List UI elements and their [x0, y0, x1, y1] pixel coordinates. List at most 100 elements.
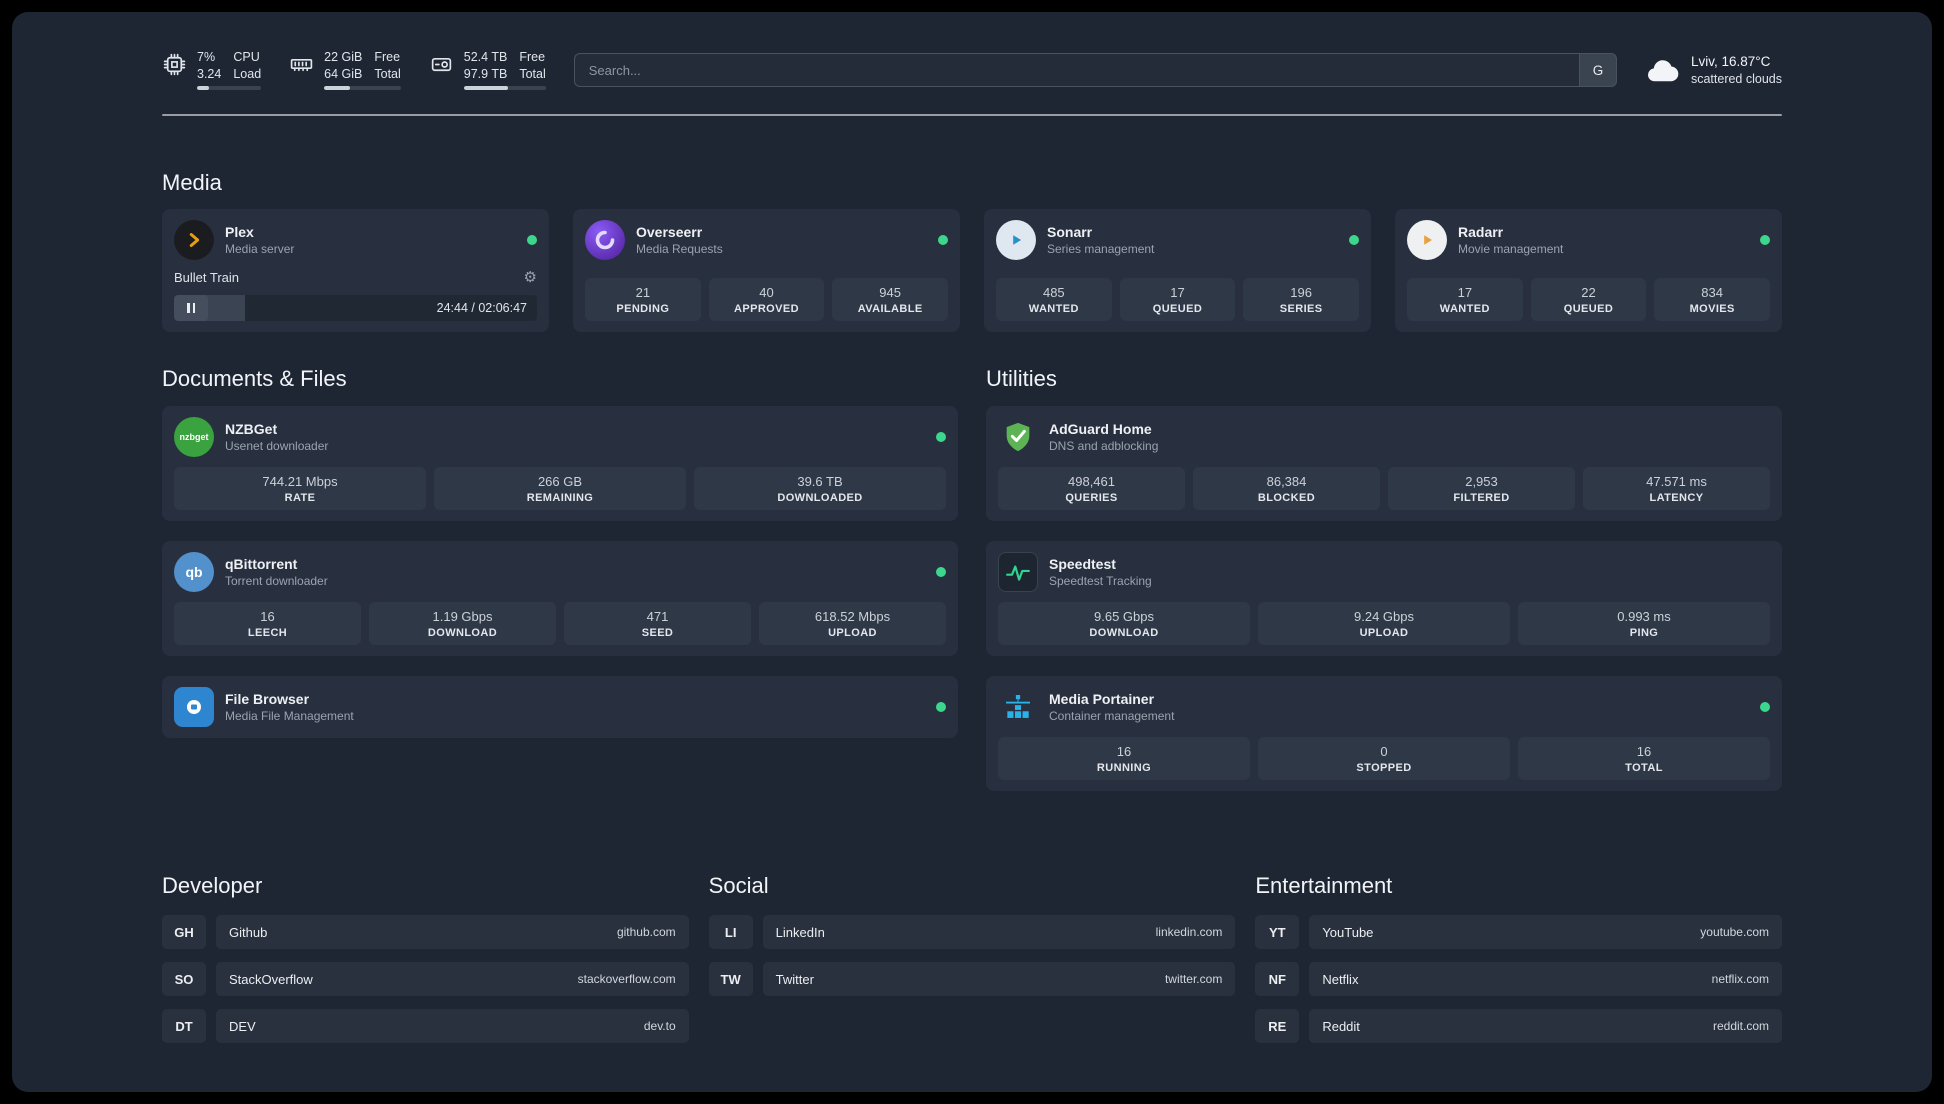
stat-tile: 16 TOTAL — [1518, 737, 1770, 780]
stat-tile: 945 AVAILABLE — [832, 278, 948, 321]
bookmark-youtube[interactable]: YT YouTube youtube.com — [1255, 915, 1782, 949]
service-card-qbittorrent[interactable]: qb qBittorrent Torrent downloader 16 LEEC… — [162, 541, 958, 656]
cpu-label: CPU — [233, 50, 260, 64]
media-grid: Plex Media server Bullet Train ⚙ 24:44 /… — [162, 209, 1782, 332]
stat-tile: 47.571 ms LATENCY — [1583, 467, 1770, 510]
bookmarks-social: Social LI LinkedIn linkedin.com TW Twitte… — [708, 873, 1236, 1056]
service-card-sonarr[interactable]: Sonarr Series management 485 WANTED 17 QUE… — [984, 209, 1371, 332]
disk-progress-track — [463, 86, 546, 90]
section-title-documents: Documents & Files — [162, 366, 347, 391]
disk-total-label: Total — [519, 67, 546, 81]
stat-label: WANTED — [1028, 303, 1079, 315]
stat-value: 485 — [1042, 285, 1065, 300]
stat-value: 744.21 Mbps — [262, 474, 338, 489]
stat-value: 86,384 — [1266, 474, 1307, 489]
bookmark-netflix[interactable]: NF Netflix netflix.com — [1255, 962, 1782, 996]
stat-label: QUEUED — [1152, 303, 1203, 315]
stat-label: SERIES — [1279, 303, 1323, 315]
status-dot — [936, 702, 946, 712]
gear-icon[interactable]: ⚙ — [524, 270, 537, 285]
stat-label: APPROVED — [734, 303, 799, 315]
stat-value: 1.19 Gbps — [432, 609, 493, 624]
service-name: Overseerr — [636, 224, 703, 240]
topbar: 7% 3.24 CPU Load 22 GiB 64 GiB Free Tota… — [162, 50, 1782, 90]
stat-value: 16 — [260, 609, 275, 624]
stat-value: 16 — [1636, 744, 1652, 759]
stat-label: UPLOAD — [828, 627, 877, 639]
bookmark-name: DEV — [229, 1018, 256, 1034]
bookmark-abbr: TW — [708, 962, 753, 996]
bookmark-linkedin[interactable]: LI LinkedIn linkedin.com — [708, 915, 1236, 949]
service-name: qBittorrent — [225, 556, 298, 572]
section-title-utilities: Utilities — [986, 366, 1057, 391]
section-title-social: Social — [708, 873, 769, 898]
bookmark-github[interactable]: GH Github github.com — [162, 915, 689, 949]
service-name: Plex — [225, 224, 254, 240]
section-title-developer: Developer — [162, 873, 263, 898]
stat-value: 618.52 Mbps — [814, 609, 891, 624]
bookmark-reddit[interactable]: RE Reddit reddit.com — [1255, 1009, 1782, 1043]
stat-tile: 0 STOPPED — [1258, 737, 1510, 780]
memory-total-label: Total — [374, 67, 401, 81]
status-dot — [1760, 702, 1770, 712]
search-input[interactable] — [573, 53, 1579, 87]
search-provider-button[interactable]: G — [1578, 53, 1617, 87]
stat-tile: 17 WANTED — [1407, 278, 1523, 321]
stat-tile: 498,461 QUERIES — [998, 467, 1185, 510]
bookmark-stackoverflow[interactable]: SO StackOverflow stackoverflow.com — [162, 962, 689, 996]
stat-label: FILTERED — [1453, 492, 1510, 504]
stat-value: 2,953 — [1465, 474, 1498, 489]
service-card-plex[interactable]: Plex Media server Bullet Train ⚙ 24:44 /… — [162, 209, 549, 332]
service-name: AdGuard Home — [1049, 421, 1152, 437]
stat-label: PENDING — [616, 303, 670, 315]
weather-location: Lviv, 16.87°C — [1690, 54, 1771, 69]
stat-value: 9.65 Gbps — [1094, 609, 1154, 624]
service-card-overseerr[interactable]: Overseerr Media Requests 21 PENDING 40 APP… — [573, 209, 960, 332]
pause-button[interactable] — [174, 295, 208, 321]
stat-label: SEED — [641, 627, 674, 639]
service-description: Speedtest Tracking — [1049, 574, 1152, 588]
service-card-adguard[interactable]: AdGuard Home DNS and adblocking 498,461 Q… — [986, 406, 1782, 521]
service-description: Torrent downloader — [225, 574, 328, 588]
stat-label: RATE — [284, 492, 316, 504]
bookmark-name: Reddit — [1322, 1018, 1360, 1034]
stat-value: 17 — [1457, 285, 1473, 300]
service-card-speedtest[interactable]: Speedtest Speedtest Tracking 9.65 Gbps DO… — [986, 541, 1782, 656]
stat-tile: 0.993 ms PING — [1518, 602, 1770, 645]
disk-progress-fill — [463, 86, 509, 90]
stat-tile: 266 GB REMAINING — [434, 467, 686, 510]
bookmark-dev-to[interactable]: DT DEV dev.to — [162, 1009, 689, 1043]
stat-label: QUERIES — [1065, 492, 1118, 504]
service-card-filebrowser[interactable]: File Browser Media File Management — [162, 676, 958, 738]
disk-free-value: 52.4 TB — [463, 50, 508, 64]
stat-tile: 618.52 Mbps UPLOAD — [759, 602, 946, 645]
service-description: Media File Management — [225, 709, 354, 723]
service-card-portainer[interactable]: Media Portainer Container management 16 R… — [986, 676, 1782, 791]
stat-value: 0.993 ms — [1617, 609, 1671, 624]
cpu-icon — [162, 52, 187, 77]
status-dot — [936, 567, 946, 577]
service-description: Media server — [225, 242, 295, 256]
bookmark-twitter[interactable]: TW Twitter twitter.com — [708, 962, 1236, 996]
stat-tile: 9.65 Gbps DOWNLOAD — [998, 602, 1250, 645]
service-card-nzbget[interactable]: nzbget NZBGet Usenet downloader 744.21 M… — [162, 406, 958, 521]
memory-free-label: Free — [374, 50, 401, 64]
stat-value: 39.6 TB — [797, 474, 843, 489]
stat-value: 16 — [1116, 744, 1132, 759]
stat-value: 40 — [759, 285, 774, 300]
stat-label: REMAINING — [526, 492, 594, 504]
stat-label: BLOCKED — [1257, 492, 1316, 504]
stat-tile: 17 QUEUED — [1119, 278, 1236, 321]
stat-label: DOWNLOADED — [777, 492, 863, 504]
cpu-usage: 7% — [197, 50, 216, 64]
stat-value: 196 — [1290, 285, 1312, 300]
stat-tile: 9.24 Gbps UPLOAD — [1258, 602, 1510, 645]
stat-label: TOTAL — [1625, 762, 1663, 774]
memory-progress-fill — [324, 86, 351, 90]
bookmark-url: reddit.com — [1712, 1019, 1769, 1033]
stat-tile: 2,953 FILTERED — [1388, 467, 1575, 510]
sonarr-icon — [996, 220, 1036, 260]
bookmark-name: Twitter — [775, 971, 814, 987]
service-card-radarr[interactable]: Radarr Movie management 17 WANTED 22 QUEUE… — [1395, 209, 1782, 332]
overseerr-icon — [585, 220, 625, 260]
